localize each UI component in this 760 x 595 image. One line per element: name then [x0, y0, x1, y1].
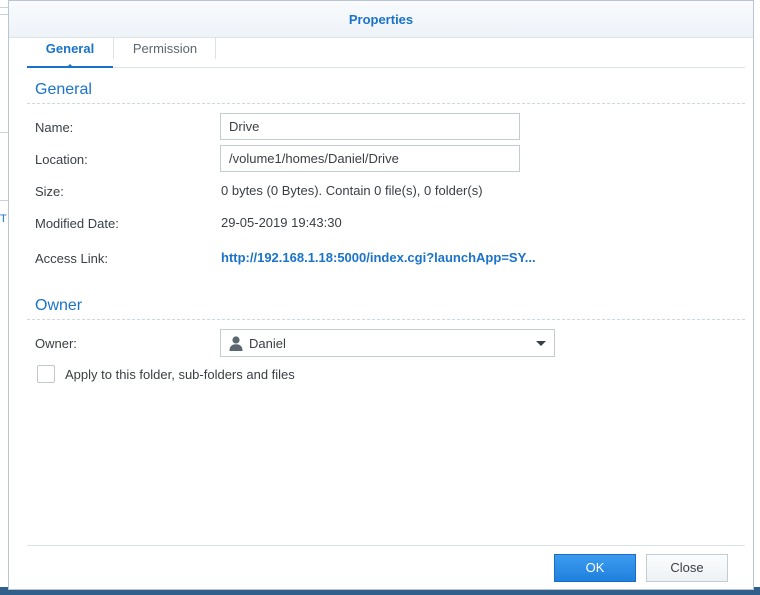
properties-dialog: Properties General Permission General Na…: [8, 0, 754, 590]
chevron-down-icon[interactable]: [536, 341, 546, 346]
user-icon: [229, 336, 243, 351]
tab-divider: [113, 37, 114, 59]
section-title-owner: Owner: [35, 297, 83, 314]
modified-date-value: 29-05-2019 19:43:30: [221, 215, 342, 230]
name-label: Name:: [35, 120, 74, 135]
access-link[interactable]: http://192.168.1.18:5000/index.cgi?launc…: [221, 250, 536, 265]
dialog-title: Properties: [348, 12, 414, 27]
owner-select[interactable]: Daniel: [220, 329, 555, 357]
apply-recursive-label[interactable]: Apply to this folder, sub-folders and fi…: [65, 367, 295, 382]
background-window-right-edge: [754, 0, 760, 595]
divider: [0, 7, 8, 8]
location-label: Location:: [35, 152, 88, 167]
ok-button[interactable]: OK: [554, 554, 636, 582]
size-value: 0 bytes (0 Bytes). Contain 0 file(s), 0 …: [221, 183, 483, 198]
access-link-label: Access Link:: [35, 251, 108, 266]
tab-general[interactable]: General: [27, 37, 113, 68]
owner-label: Owner:: [35, 336, 77, 351]
section-divider: [27, 319, 745, 320]
tab-active-caret: [66, 64, 74, 68]
divider: [0, 132, 8, 133]
name-input[interactable]: [220, 113, 520, 140]
background-window-left-edge: T: [0, 0, 8, 595]
tab-bar: General Permission: [27, 37, 745, 68]
close-button[interactable]: Close: [646, 554, 728, 582]
tab-general-label: General: [45, 41, 95, 56]
section-title-general: General: [35, 81, 92, 98]
owner-select-value: Daniel: [249, 336, 286, 351]
divider: [0, 14, 8, 15]
apply-recursive-checkbox[interactable]: [37, 365, 55, 383]
divider: [0, 200, 8, 201]
size-label: Size:: [35, 184, 64, 199]
modified-date-label: Modified Date:: [35, 216, 119, 231]
location-input[interactable]: [220, 145, 520, 172]
tab-permission[interactable]: Permission: [115, 37, 215, 67]
tab-divider: [215, 37, 216, 59]
footer-divider: [27, 545, 745, 546]
background-partial-text: T: [0, 213, 7, 225]
tab-permission-label: Permission: [132, 41, 198, 56]
dialog-titlebar[interactable]: Properties: [9, 1, 753, 38]
section-divider: [27, 103, 745, 104]
